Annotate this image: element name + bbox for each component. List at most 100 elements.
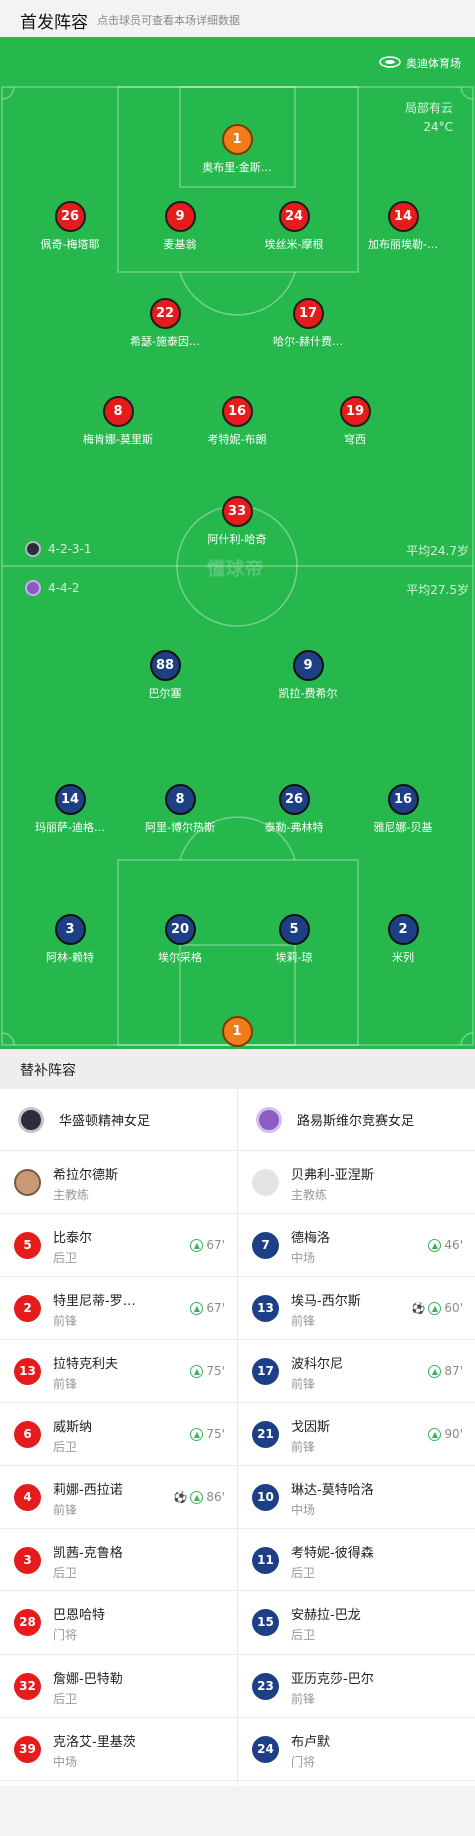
sub-row: 4 莉娜-西拉诺 前锋 ⚽ ▲ 86' 10 琳达-莫特哈洛 中场 <box>0 1466 475 1529</box>
player-number-badge: 19 <box>339 396 371 427</box>
home-sub-player[interactable]: 13 拉特克利夫 前锋 ▲ 75' <box>0 1340 237 1402</box>
coach-name: 贝弗利-亚涅斯 <box>291 1168 374 1183</box>
coach-avatar-placeholder-icon <box>252 1169 279 1196</box>
stadium-icon <box>379 55 401 71</box>
away-sub-player[interactable]: 24 布卢默 门将 <box>238 1718 475 1780</box>
sub-position: 前锋 <box>53 1314 78 1328</box>
away-player[interactable]: 14 玛丽萨-迪格… <box>10 784 130 835</box>
home-sub-player[interactable]: 4 莉娜-西拉诺 前锋 ⚽ ▲ 86' <box>0 1466 237 1528</box>
player-name: 哈尔-赫什费… <box>273 335 343 348</box>
player-number-badge: 8 <box>164 784 196 815</box>
home-sub-player[interactable]: 3 凯茜-克鲁格 后卫 <box>0 1529 237 1590</box>
sub-name: 克洛艾-里基茨 <box>53 1735 136 1750</box>
player-number-badge: 20 <box>164 914 196 945</box>
home-player[interactable]: 17 哈尔-赫什费… <box>248 298 368 349</box>
sub-row: 5 比泰尔 后卫 ▲ 67' 7 德梅洛 中场 ▲ 46' <box>0 1214 475 1277</box>
sub-name: 波科尔尼 <box>291 1357 344 1372</box>
sub-on-arrow-icon: ▲ <box>428 1364 442 1378</box>
player-name: 米列 <box>392 951 414 964</box>
home-sub-player[interactable]: 6 威斯纳 后卫 ▲ 75' <box>0 1403 237 1465</box>
sub-number-badge: 5 <box>14 1232 41 1259</box>
home-sub-player[interactable]: 32 詹娜-巴特勒 后卫 <box>0 1655 237 1717</box>
home-player[interactable]: 8 梅肯娜-莫里斯 <box>58 396 178 447</box>
home-player[interactable]: 1 奥布里·金斯… <box>177 124 297 175</box>
sub-row: 3 凯茜-克鲁格 后卫 11 考特妮-彼得森 后卫 <box>0 1529 475 1591</box>
home-team[interactable]: 华盛顿精神女足 <box>0 1089 237 1150</box>
sub-number-badge: 11 <box>252 1547 279 1574</box>
away-team[interactable]: 路易斯维尔竞赛女足 <box>238 1089 475 1150</box>
home-player[interactable]: 24 埃丝米-摩根 <box>234 201 354 252</box>
away-avg-age: 平均27.5岁 <box>406 583 469 597</box>
away-sub-player[interactable]: 21 戈因斯 前锋 ▲ 90' <box>238 1403 475 1465</box>
player-name: 玛丽萨-迪格… <box>35 821 105 834</box>
home-player[interactable]: 9 麦基翁 <box>120 201 240 252</box>
sub-minute: 67' <box>206 1238 225 1252</box>
home-formation-label: 4-2-3-1 <box>48 542 92 556</box>
sub-minute: 60' <box>444 1301 463 1315</box>
home-sub-player[interactable]: 39 克洛艾-里基茨 中场 <box>0 1718 237 1780</box>
sub-position: 前锋 <box>291 1377 316 1391</box>
home-sub-player[interactable]: 28 巴恩哈特 门将 <box>0 1591 237 1654</box>
sub-number-badge: 3 <box>14 1547 41 1574</box>
away-sub-player[interactable]: 13 埃马-西尔斯 前锋 ⚽ ▲ 60' <box>238 1277 475 1339</box>
away-player[interactable]: 5 埃莉-琼 <box>234 914 354 965</box>
sub-number-badge: 15 <box>252 1609 279 1636</box>
away-player[interactable]: 16 雅尼娜-贝基 <box>343 784 463 835</box>
sub-on-arrow-icon: ▲ <box>190 1490 204 1504</box>
home-player[interactable]: 26 佩奇-梅塔耶 <box>10 201 130 252</box>
sub-minute: 46' <box>444 1238 463 1252</box>
home-player[interactable]: 33 阿什利-哈奇 <box>177 496 297 547</box>
home-sub-player[interactable]: 2 特里尼蒂-罗… 前锋 ▲ 67' <box>0 1277 237 1339</box>
sub-position: 中场 <box>53 1755 78 1769</box>
sub-name: 埃马-西尔斯 <box>291 1294 361 1309</box>
weather-desc: 局部有云 <box>404 101 453 115</box>
player-number-badge: 33 <box>221 496 253 527</box>
home-coach[interactable]: 希拉尔德斯 主教练 <box>0 1151 237 1213</box>
sub-number-badge: 13 <box>252 1295 279 1322</box>
sub-minute: 67' <box>206 1301 225 1315</box>
sub-minute: 75' <box>206 1364 225 1378</box>
away-sub-player[interactable]: 23 亚历克莎-巴尔 前锋 <box>238 1655 475 1717</box>
away-player[interactable]: 88 巴尔塞 <box>105 650 225 701</box>
player-name: 阿里-博尔热斯 <box>145 821 215 834</box>
away-sub-player[interactable]: 11 考特妮-彼得森 后卫 <box>238 1529 475 1590</box>
sub-position: 前锋 <box>291 1692 316 1706</box>
away-player[interactable]: 9 凯拉-费希尔 <box>248 650 368 701</box>
away-coach[interactable]: 贝弗利-亚涅斯 主教练 <box>238 1151 475 1213</box>
sub-number-badge: 23 <box>252 1673 279 1700</box>
home-sub-player[interactable]: 5 比泰尔 后卫 ▲ 67' <box>0 1214 237 1276</box>
away-sub-player[interactable]: 17 波科尔尼 前锋 ▲ 87' <box>238 1340 475 1402</box>
away-player[interactable]: 8 阿里-博尔热斯 <box>120 784 240 835</box>
pitch: 奥迪体育场 局部有云 24°C 懂球帝 4-2-3-1 平均24.7岁 4-4-… <box>0 37 475 1049</box>
player-name: 梅肯娜-莫里斯 <box>83 433 153 446</box>
sub-number-badge: 28 <box>14 1609 41 1636</box>
away-player[interactable]: 26 泰勒-弗林特 <box>234 784 354 835</box>
player-number-badge: 1 <box>221 1016 253 1047</box>
away-sub-player[interactable]: 15 安赫拉-巴龙 后卫 <box>238 1591 475 1654</box>
player-number-badge: 14 <box>387 201 419 232</box>
away-sub-player[interactable]: 7 德梅洛 中场 ▲ 46' <box>238 1214 475 1276</box>
away-player[interactable]: 3 阿林-赖特 <box>10 914 130 965</box>
player-name: 雅尼娜-贝基 <box>373 821 433 834</box>
sub-on-minute: ⚽ ▲ 86' <box>174 1490 225 1504</box>
sub-row: 39 克洛艾-里基茨 中场 24 布卢默 门将 <box>0 1718 475 1781</box>
home-player[interactable]: 14 加布丽埃勒-… <box>343 201 463 252</box>
away-player[interactable]: 20 埃尔采格 <box>120 914 240 965</box>
away-player[interactable]: 1伦德 <box>177 1016 297 1049</box>
sub-number-badge: 17 <box>252 1358 279 1385</box>
player-name: 阿林-赖特 <box>46 951 94 964</box>
section-hint: 点击球员可查看本场详细数据 <box>97 14 240 27</box>
sub-on-minute: ▲ 90' <box>428 1427 463 1441</box>
away-sub-player[interactable]: 10 琳达-莫特哈洛 中场 <box>238 1466 475 1528</box>
home-player[interactable]: 16 考特妮-布朗 <box>177 396 297 447</box>
sub-name: 詹娜-巴特勒 <box>53 1672 123 1687</box>
home-player[interactable]: 22 希瑟-施泰因… <box>105 298 225 349</box>
home-player[interactable]: 19 穹西 <box>295 396 415 447</box>
subs-title: 替补阵容 <box>20 1063 76 1079</box>
away-player[interactable]: 2 米列 <box>343 914 463 965</box>
sub-position: 后卫 <box>291 1628 316 1642</box>
sub-position: 前锋 <box>291 1314 316 1328</box>
venue-name: 奥迪体育场 <box>406 57 461 70</box>
player-name: 泰勒-弗林特 <box>264 821 324 834</box>
player-number-badge: 16 <box>221 396 253 427</box>
